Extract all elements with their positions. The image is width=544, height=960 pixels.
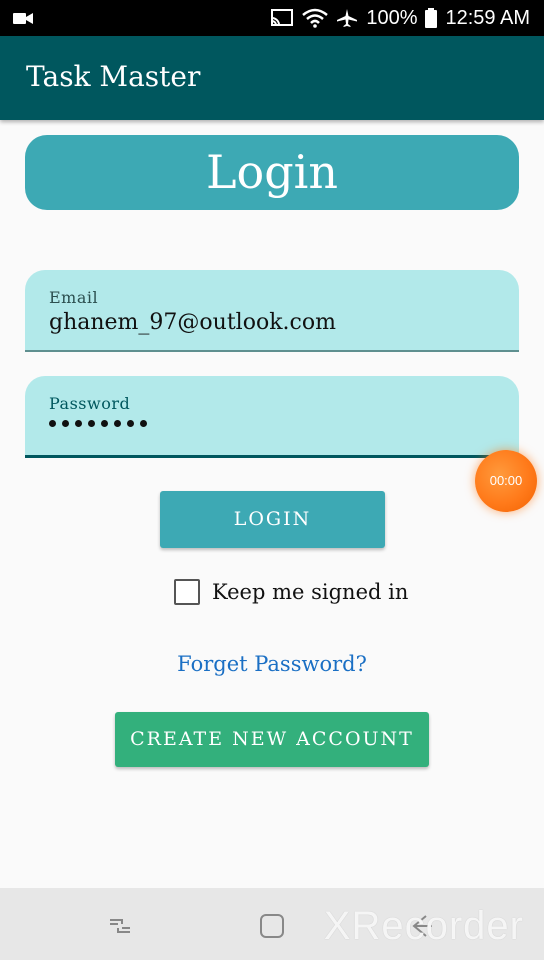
- password-dot: [127, 420, 134, 427]
- airplane-mode-icon: [337, 9, 358, 27]
- recorder-timer-bubble[interactable]: 00:00: [475, 450, 537, 512]
- password-dot: [75, 420, 82, 427]
- email-value[interactable]: ghanem_97@outlook.com: [49, 310, 336, 335]
- password-field[interactable]: Password: [25, 376, 519, 458]
- password-dot: [140, 420, 147, 427]
- forget-password-link[interactable]: Forget Password?: [0, 652, 544, 676]
- password-dot: [62, 420, 69, 427]
- recent-apps-icon[interactable]: [106, 912, 134, 940]
- keep-signed-in-label[interactable]: Keep me signed in: [212, 580, 408, 604]
- password-dot: [88, 420, 95, 427]
- home-icon[interactable]: [258, 912, 286, 940]
- password-dot: [114, 420, 121, 427]
- status-bar: 100% 12:59 AM: [0, 0, 544, 36]
- password-value[interactable]: [49, 420, 147, 427]
- xrecorder-watermark: XRecorder: [323, 904, 524, 948]
- password-dot: [49, 420, 56, 427]
- app-bar: Task Master: [0, 36, 544, 120]
- app-title: Task Master: [26, 60, 201, 93]
- status-bar-right: 100% 12:59 AM: [270, 6, 530, 30]
- password-dot: [101, 420, 108, 427]
- email-field[interactable]: Email ghanem_97@outlook.com: [25, 270, 519, 352]
- battery-icon: [425, 8, 438, 28]
- create-account-button[interactable]: CREATE NEW ACCOUNT: [115, 712, 429, 767]
- keep-signed-in-row[interactable]: Keep me signed in: [174, 579, 408, 605]
- password-label: Password: [49, 394, 131, 413]
- cast-icon: [271, 9, 294, 26]
- login-header: Login: [25, 135, 519, 210]
- login-button[interactable]: LOGIN: [160, 491, 385, 548]
- navigation-bar: XRecorder: [0, 888, 544, 960]
- wifi-icon: [302, 8, 329, 28]
- clock: 12:59 AM: [445, 6, 530, 29]
- keep-signed-in-checkbox[interactable]: [174, 579, 200, 605]
- video-camera-icon: [13, 13, 33, 24]
- email-label: Email: [49, 288, 99, 307]
- battery-percent: 100%: [366, 6, 418, 29]
